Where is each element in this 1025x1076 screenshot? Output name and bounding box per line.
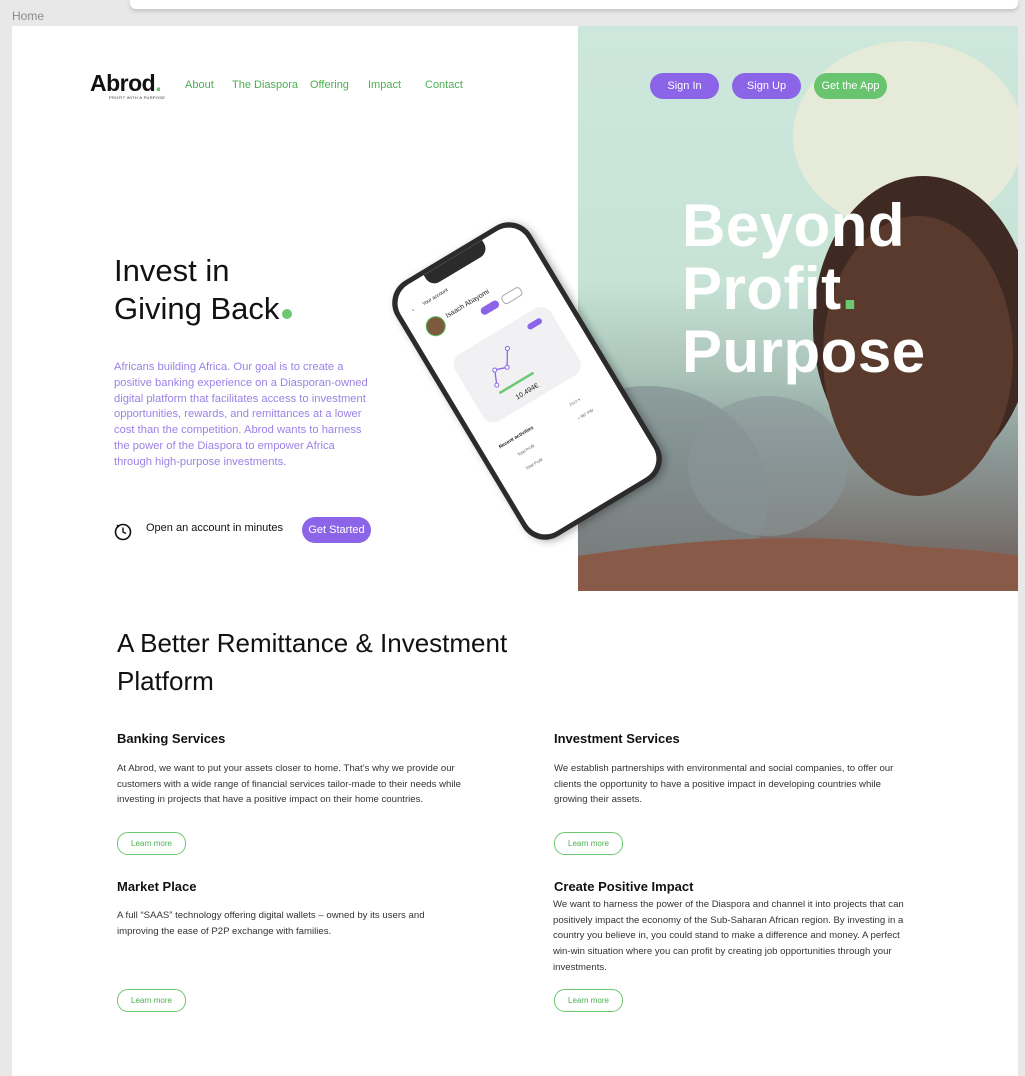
section-title: A Better Remittance & Investment Platfor… (117, 628, 508, 696)
phone-header: Your account (421, 287, 450, 308)
market-place-learn-more-button[interactable]: Learn more (117, 989, 186, 1012)
headline-line-3: Purpose (682, 318, 926, 385)
hero-photo: Beyond Profit. Purpose (578, 26, 1018, 591)
investment-services-text: We establish partnerships with environme… (554, 763, 894, 806)
open-account-text: Open an account in minutes (146, 522, 283, 534)
positive-impact-title: Create Positive Impact (554, 879, 694, 894)
nav-impact[interactable]: Impact (368, 79, 401, 91)
abrod-logo[interactable]: Abrod. PROFIT WITH A PURPOSE (90, 70, 165, 100)
hero-title: Invest in Giving Back (114, 252, 293, 328)
hero-title-dot (282, 309, 293, 319)
positive-impact-text: We want to harness the power of the Dias… (553, 899, 904, 973)
nav-the-diaspora[interactable]: The Diaspora (232, 79, 298, 91)
phone-balance-card: 10.494€ (449, 302, 586, 427)
headline-line-1: Beyond (682, 192, 906, 259)
market-place-text: A full “SAAS” technology offering digita… (117, 910, 425, 937)
sign-in-button[interactable]: Sign In (650, 73, 719, 99)
market-place-title: Market Place (117, 879, 197, 894)
nav-offering[interactable]: Offering (310, 79, 349, 91)
phone-line-chart (492, 318, 542, 394)
positive-impact-learn-more-button[interactable]: Learn more (554, 989, 623, 1012)
investment-services-title: Investment Services (554, 731, 680, 746)
hero-description: Africans building Africa. Our goal is to… (114, 361, 368, 468)
banking-learn-more-button[interactable]: Learn more (117, 832, 186, 855)
sign-up-button[interactable]: Sign Up (732, 73, 801, 99)
breadcrumb: Home (12, 9, 45, 23)
investment-learn-more-button[interactable]: Learn more (554, 832, 623, 855)
phone-back-icon: ‹ (411, 307, 416, 314)
landing-page: Beyond Profit. Purpose Abrod. PROFIT WIT… (12, 26, 1018, 1076)
get-the-app-button[interactable]: Get the App (814, 73, 887, 99)
timer-icon (114, 523, 132, 541)
phone-pill-button (479, 299, 501, 317)
logo-dot: . (155, 70, 162, 96)
phone-outline-button (499, 285, 524, 306)
logo-word: Abrod (90, 70, 156, 96)
phone-row-2: Total Profit (524, 456, 544, 471)
hero-title-line-2: Giving Back (114, 291, 280, 326)
hero-title-line-1: Invest in (114, 253, 230, 288)
nav-about[interactable]: About (185, 79, 214, 91)
nav-contact[interactable]: Contact (425, 79, 463, 91)
get-started-button[interactable]: Get Started (302, 517, 371, 543)
phone-row-1: Total Profit (516, 442, 536, 457)
top-toolbar-strip (130, 0, 1018, 9)
phone-row-1-amount: + 987 PW (576, 407, 595, 421)
hero-headline: Beyond Profit. Purpose (682, 194, 926, 383)
logo-tagline: PROFIT WITH A PURPOSE (109, 95, 166, 100)
phone-recent-year: 2019 ▾ (568, 396, 582, 408)
banking-services-text: At Abrod, we want to put your assets clo… (117, 763, 461, 806)
headline-dot: . (841, 255, 859, 322)
banking-services-title: Banking Services (117, 731, 226, 746)
headline-line-2: Profit (682, 255, 842, 322)
